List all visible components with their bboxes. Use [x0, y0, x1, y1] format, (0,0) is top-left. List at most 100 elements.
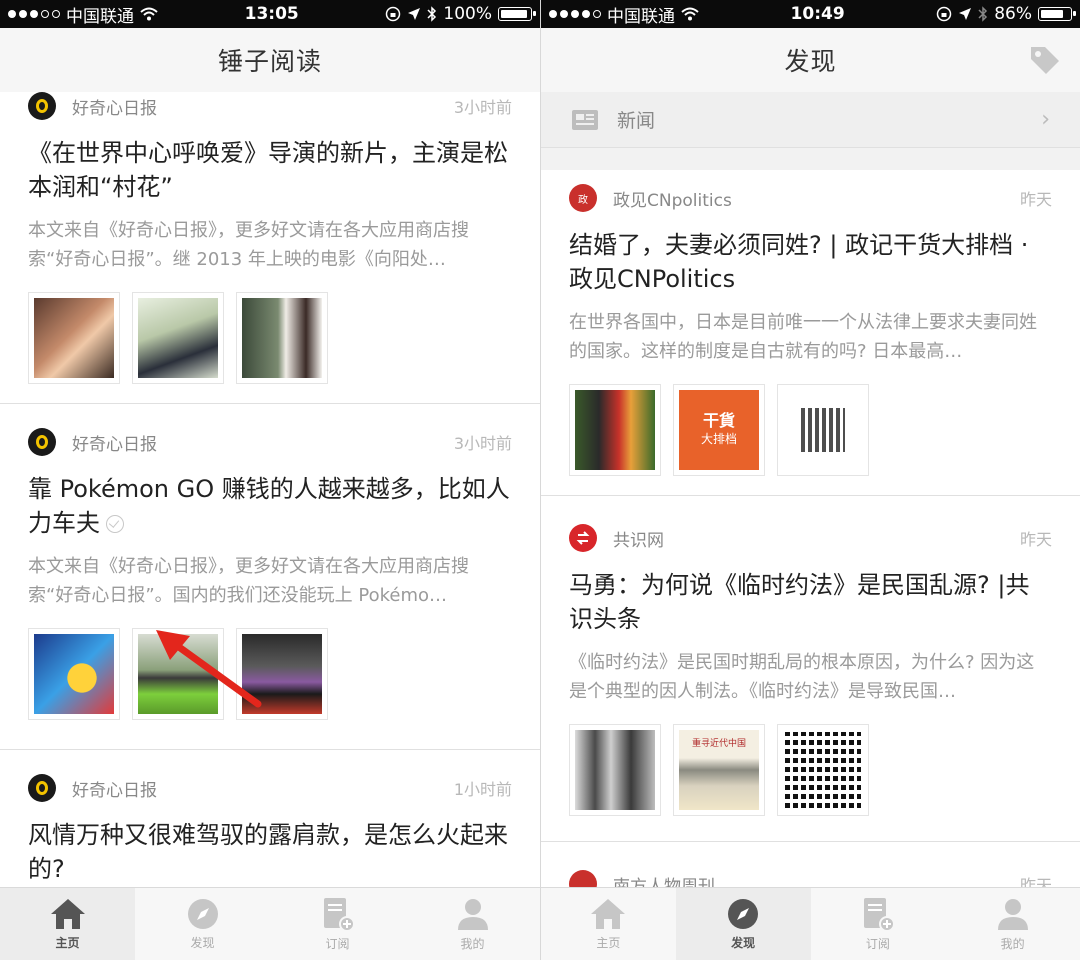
article-summary: 本文来自《好奇心日报》，更多好文请在各大应用商店搜索“好奇心日报”。国内的我们还…: [28, 556, 469, 606]
source-logo-icon: [28, 92, 56, 120]
tab-home[interactable]: 主页: [0, 888, 135, 960]
rotation-lock-icon: [936, 6, 952, 22]
article-card[interactable]: 好奇心日报 3小时前 靠 Pokémon GO 赚钱的人越来越多，比如人力车夫 …: [0, 404, 540, 750]
nav-bar: 锤子阅读: [0, 28, 540, 93]
battery-icon: [497, 7, 536, 21]
tab-bar: 主页 发现 订阅 我的: [541, 887, 1080, 960]
article-card[interactable]: 共识网 昨天 马勇：为何说《临时约法》是民国乱源? |共识头条 《临时约法》是民…: [541, 496, 1080, 842]
thumbnail-text: 大排档: [700, 432, 737, 446]
tab-label: 发现: [190, 936, 215, 950]
article-headline[interactable]: 马勇：为何说《临时约法》是民国乱源? |共识头条: [569, 568, 1052, 636]
article-thumbnail[interactable]: [132, 628, 224, 720]
tab-me[interactable]: 我的: [405, 888, 540, 960]
chevron-right-icon: ›: [1041, 107, 1050, 132]
tab-discover[interactable]: 发现: [675, 888, 811, 960]
status-bar: 中国联通 10:49 86%: [541, 0, 1080, 28]
source-logo-icon: [28, 428, 56, 456]
page-title: 发现: [784, 47, 837, 76]
tab-label: 主页: [55, 936, 80, 950]
news-icon: [572, 109, 598, 130]
tab-me[interactable]: 我的: [945, 888, 1080, 960]
home-icon: [591, 899, 626, 929]
tab-discover[interactable]: 发现: [135, 888, 270, 960]
article-card[interactable]: 好奇心日报 3小时前 《在世界中心呼唤爱》导演的新片，主演是松本润和“村花” 本…: [0, 92, 540, 404]
wifi-icon: [140, 7, 158, 21]
article-feed[interactable]: 好奇心日报 3小时前 《在世界中心呼唤爱》导演的新片，主演是松本润和“村花” 本…: [0, 92, 540, 888]
page-title: 锤子阅读: [217, 47, 322, 76]
signal-icon: [8, 10, 60, 18]
article-card[interactable]: 政 政见CNpolitics 昨天 结婚了，夫妻必须同姓? | 政记干货大排档 …: [541, 170, 1080, 496]
battery-percent: 100%: [443, 4, 492, 24]
article-time: 1小时前: [453, 780, 512, 799]
tab-label: 订阅: [865, 937, 890, 951]
source-logo-icon: [28, 774, 56, 802]
battery-icon: [1037, 7, 1076, 21]
subscribe-icon: [863, 898, 895, 932]
wifi-icon: [681, 7, 699, 21]
tab-bar: 主页 发现 订阅 我的: [0, 887, 540, 960]
source-logo-icon: [569, 870, 597, 888]
article-thumbnail[interactable]: [569, 724, 661, 816]
article-summary: 《临时约法》是民国时期乱局的根本原因，为什么? 因为这是个典型的因人制法。《临时…: [569, 652, 1035, 702]
article-headline[interactable]: 《在世界中心呼唤爱》导演的新片，主演是松本润和“村花”: [28, 136, 512, 204]
article-thumbnail[interactable]: [236, 292, 328, 384]
article-card[interactable]: 南方人物周刊 昨天: [541, 842, 1080, 888]
headline-text: 靠 Pokémon GO 赚钱的人越来越多，比如人力车夫: [28, 475, 510, 537]
tab-subscribe[interactable]: 订阅: [811, 888, 946, 960]
subscribe-icon: [323, 898, 355, 932]
tab-label: 主页: [596, 936, 621, 950]
left-phone-screen: 中国联通 13:05 100% 锤子阅读 好奇心日报 3小时前 《在世界中心呼唤…: [0, 0, 540, 960]
thumbnail-text: 重寻近代中国: [691, 739, 746, 749]
battery-percent: 86%: [994, 4, 1032, 24]
qr-code-icon: [801, 408, 845, 452]
signal-icon: [549, 10, 601, 18]
category-label: 新闻: [617, 110, 656, 132]
article-time: 昨天: [1019, 190, 1052, 209]
article-time: 昨天: [1019, 876, 1052, 888]
source-logo-icon: [569, 524, 597, 552]
article-thumbnail[interactable]: 重寻近代中国: [673, 724, 765, 816]
user-icon: [997, 899, 1028, 930]
tab-subscribe[interactable]: 订阅: [270, 888, 405, 960]
article-headline[interactable]: 结婚了，夫妻必须同姓? | 政记干货大排档 · 政见CNPolitics: [569, 228, 1052, 296]
status-time: 13:05: [244, 4, 299, 24]
article-thumbnail[interactable]: [28, 628, 120, 720]
article-headline[interactable]: 风情万种又很难驾驭的露肩款，是怎么火起来的?: [28, 818, 512, 886]
article-thumbnail[interactable]: [236, 628, 328, 720]
article-thumbnail[interactable]: [132, 292, 224, 384]
discover-feed[interactable]: 新闻 › 政 政见CNpolitics 昨天 结婚了，夫妻必须同姓? | 政记干…: [541, 92, 1080, 888]
location-icon: [408, 8, 421, 20]
article-thumbnail[interactable]: 干貨 大排档: [673, 384, 765, 476]
nav-bar: 发现: [541, 28, 1080, 93]
source-name: 好奇心日报: [72, 780, 157, 801]
rotation-lock-icon: [386, 6, 401, 22]
status-bar: 中国联通 13:05 100%: [0, 0, 540, 28]
thumbnail-text: 干貨: [702, 411, 735, 430]
source-name: 南方人物周刊: [613, 876, 715, 889]
article-time: 3小时前: [453, 98, 512, 117]
source-name: 政见CNpolitics: [613, 190, 732, 211]
source-logo-icon: 政: [569, 184, 597, 212]
article-card[interactable]: 好奇心日报 1小时前 风情万种又很难驾驭的露肩款，是怎么火起来的?: [0, 750, 540, 888]
user-icon: [457, 899, 488, 930]
right-phone-screen: 中国联通 10:49 86% 发现 新闻 › 政 政见CNpolitics 昨天: [540, 0, 1080, 960]
source-name: 好奇心日报: [72, 98, 157, 119]
tab-home[interactable]: 主页: [541, 888, 676, 960]
home-icon: [50, 899, 85, 929]
carrier-label: 中国联通: [607, 6, 675, 27]
article-time: 3小时前: [453, 434, 512, 453]
compass-icon: [187, 899, 218, 929]
article-thumbnail[interactable]: [777, 724, 869, 816]
read-check-icon: [106, 515, 124, 533]
tab-label: 订阅: [325, 937, 350, 951]
article-headline[interactable]: 靠 Pokémon GO 赚钱的人越来越多，比如人力车夫: [28, 472, 512, 540]
source-name: 共识网: [613, 530, 664, 551]
article-thumbnail[interactable]: [777, 384, 869, 476]
compass-icon: [728, 899, 759, 929]
article-thumbnail[interactable]: [28, 292, 120, 384]
category-row-news[interactable]: 新闻 ›: [541, 92, 1080, 148]
status-time: 10:49: [790, 4, 845, 24]
article-thumbnail[interactable]: [569, 384, 661, 476]
tag-icon[interactable]: [1028, 44, 1062, 76]
bluetooth-icon: [978, 6, 988, 22]
